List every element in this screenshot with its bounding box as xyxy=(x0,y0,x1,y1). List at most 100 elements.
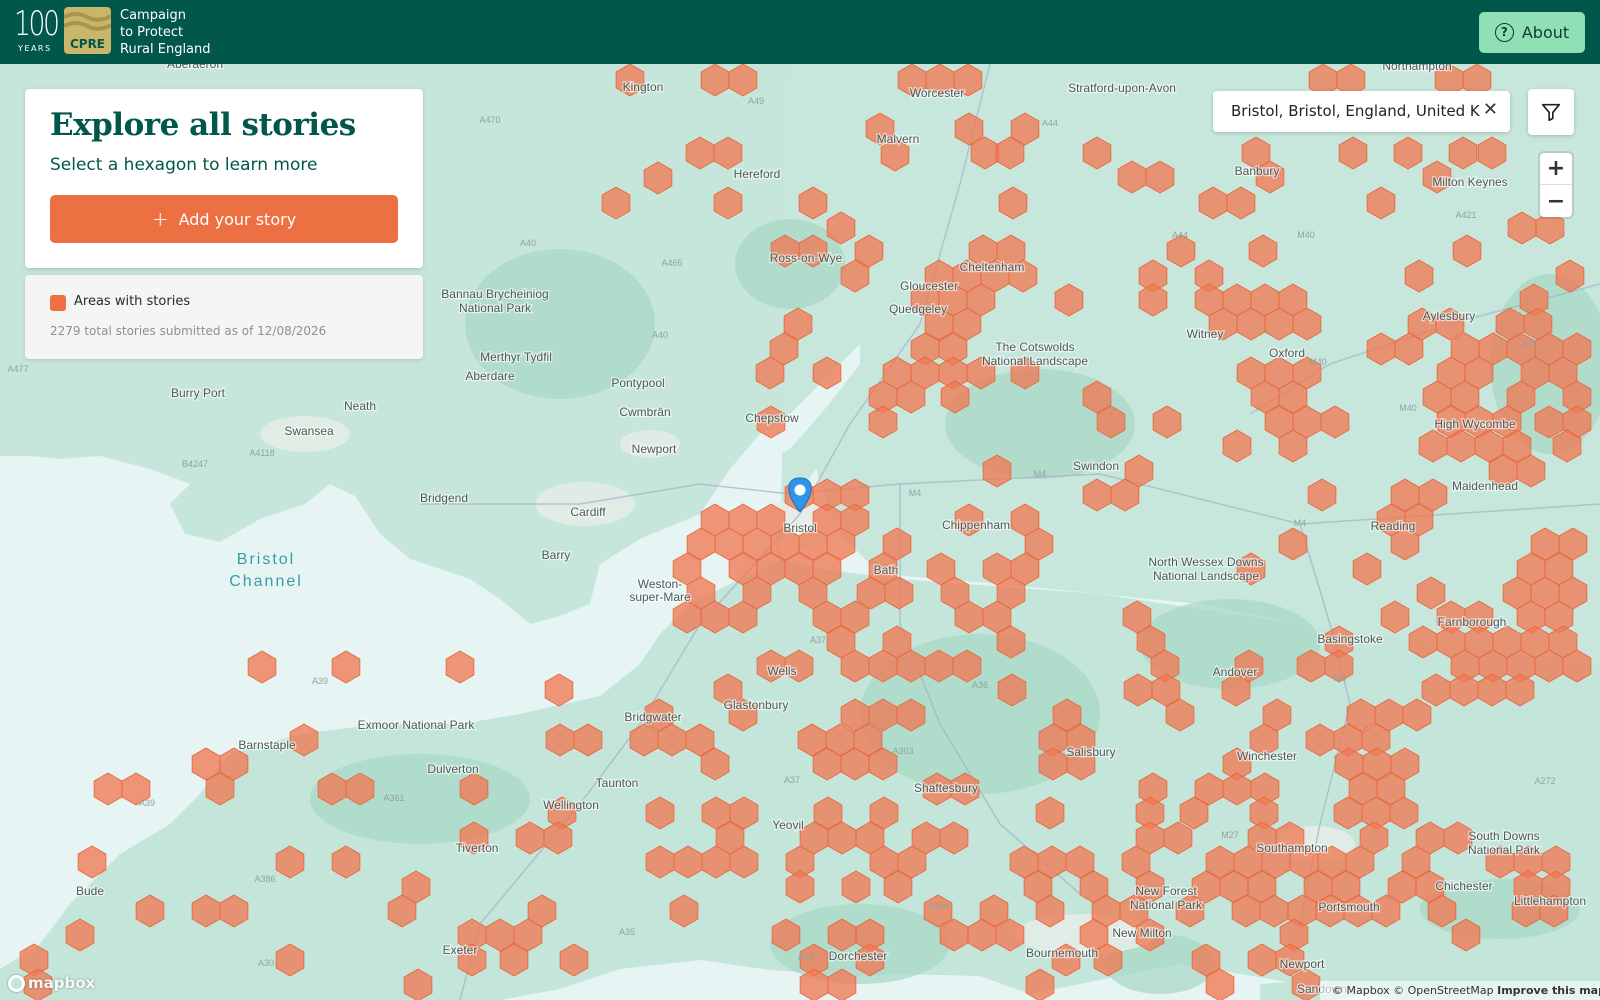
org-name-line3: Rural England xyxy=(120,42,211,57)
road-label: A470 xyxy=(479,115,500,125)
place-label: National Park xyxy=(1468,843,1541,857)
org-name[interactable]: Campaign to Protect Rural England xyxy=(120,7,211,58)
org-name-line1: Campaign xyxy=(120,8,187,23)
road-label: A36 xyxy=(972,680,988,690)
zoom-out-button[interactable]: − xyxy=(1540,185,1572,217)
story-hexagon[interactable] xyxy=(331,650,361,684)
road-label: B4247 xyxy=(182,459,208,469)
place-label: Malvern xyxy=(877,132,920,146)
place-label: Chichester xyxy=(1435,879,1492,893)
road-label: A39 xyxy=(139,798,155,808)
road-label: A40 xyxy=(652,330,668,340)
place-label: Ross-on-Wye xyxy=(770,251,843,265)
place-label: Swindon xyxy=(1073,459,1119,473)
location-search[interactable]: Bristol, Bristol, England, United Kingdo… xyxy=(1213,91,1510,132)
road-label: A35 xyxy=(619,927,635,937)
place-label: Weston- xyxy=(638,577,682,591)
place-label: Shaftesbury xyxy=(914,781,978,795)
road-label: M4 xyxy=(1294,518,1307,528)
place-label: Stratford-upon-Avon xyxy=(1068,81,1176,95)
place-label: Newport xyxy=(1280,957,1325,971)
place-label: High Wycombe xyxy=(1434,417,1516,431)
story-hexagon[interactable] xyxy=(93,772,123,806)
explore-panel: Explore all stories Select a hexagon to … xyxy=(25,89,423,268)
about-label: About xyxy=(1521,23,1570,42)
road-label: A35 xyxy=(798,952,814,962)
place-label: North Wessex Downs xyxy=(1148,555,1263,569)
place-label: Bristol xyxy=(783,521,816,535)
place-label: New Forest xyxy=(1135,884,1197,898)
place-label: Aberaeron xyxy=(167,64,223,71)
legend-label: Areas with stories xyxy=(74,294,191,309)
place-label: Banbury xyxy=(1235,164,1280,178)
search-input[interactable]: Bristol, Bristol, England, United Kingdo… xyxy=(1231,102,1481,120)
place-label: Basingstoke xyxy=(1317,632,1383,646)
place-label: Milton Keynes xyxy=(1432,175,1507,189)
mapbox-logo[interactable]: mapbox xyxy=(8,974,95,992)
story-hexagon[interactable] xyxy=(247,650,277,684)
about-button[interactable]: ? About xyxy=(1479,12,1585,53)
filter-button[interactable] xyxy=(1528,89,1574,135)
plus-icon: + xyxy=(151,207,169,231)
place-label: Aberdare xyxy=(465,369,515,383)
place-label: National Landscape xyxy=(982,354,1088,368)
place-label: Exeter xyxy=(443,943,478,957)
place-label: Winchester xyxy=(1237,749,1297,763)
place-label: Newport xyxy=(632,442,677,456)
place-label: Salisbury xyxy=(1066,745,1115,759)
place-label: National Park xyxy=(1130,898,1203,912)
place-label: Littlehampton xyxy=(1514,894,1586,908)
place-label: South Downs xyxy=(1468,829,1539,843)
road-label: M4 xyxy=(909,488,922,498)
mapbox-logo-icon xyxy=(8,974,25,992)
place-label: Cheltenham xyxy=(960,260,1025,274)
place-label: Swansea xyxy=(284,424,334,438)
place-label: Bath xyxy=(874,563,899,577)
clear-icon[interactable]: ✕ xyxy=(1483,99,1498,120)
cpre-logo[interactable]: CPRE xyxy=(64,7,111,54)
attribution-copyright[interactable]: © Mapbox © OpenStreetMap xyxy=(1332,984,1494,997)
place-label: Pontypool xyxy=(611,376,664,390)
road-label: A44 xyxy=(1172,230,1188,240)
road-label: A39 xyxy=(312,676,328,686)
story-hexagon[interactable] xyxy=(445,650,475,684)
place-label: Bude xyxy=(76,884,104,898)
place-label: The Cotswolds xyxy=(995,340,1074,354)
top-bar: 100 YEARS CPRE Campaign to Protect Rural… xyxy=(0,0,1600,64)
place-label: Barnstaple xyxy=(238,738,296,752)
place-label: Chippenham xyxy=(942,518,1010,532)
add-story-button[interactable]: + Add your story xyxy=(50,195,398,243)
place-label: Witney xyxy=(1187,327,1224,341)
place-label: Reading xyxy=(1371,519,1416,533)
road-label: M4 xyxy=(1034,469,1047,479)
zoom-in-button[interactable]: + xyxy=(1540,153,1572,185)
improve-map-link[interactable]: Improve this map xyxy=(1497,984,1600,997)
mapbox-logo-text: mapbox xyxy=(28,974,96,992)
help-icon: ? xyxy=(1494,23,1514,42)
place-label: Dulverton xyxy=(427,762,478,776)
logo-years: YEARS xyxy=(18,44,52,53)
place-label: Wellington xyxy=(543,798,599,812)
legend-panel: Areas with stories 2279 total stories su… xyxy=(25,275,423,359)
place-label: Andover xyxy=(1213,665,1258,679)
road-label: A41 xyxy=(1522,339,1538,349)
sea-label: Bristol xyxy=(237,551,295,568)
place-label: Quedgeley xyxy=(889,302,947,316)
place-label: Exmoor National Park xyxy=(358,718,476,732)
org-name-line2: to Protect xyxy=(120,25,184,40)
place-label: Merthyr Tydfil xyxy=(480,350,552,364)
place-label: Bridgwater xyxy=(624,710,681,724)
road-label: A49 xyxy=(748,96,764,106)
road-label: A37 xyxy=(810,635,826,645)
logo-badge-text: CPRE xyxy=(69,37,106,51)
zoom-controls: + − xyxy=(1540,153,1572,217)
place-label: Yeovil xyxy=(772,818,804,832)
road-label: M40 xyxy=(1309,357,1327,367)
place-label: Tiverton xyxy=(456,841,499,855)
story-hexagon[interactable] xyxy=(544,673,574,707)
story-count: 2279 total stories submitted as of 12/08… xyxy=(50,324,327,338)
road-label: A386 xyxy=(254,874,275,884)
place-label: super-Mare xyxy=(629,590,691,604)
place-label: Worcester xyxy=(910,86,964,100)
place-label: Oxford xyxy=(1269,346,1305,360)
